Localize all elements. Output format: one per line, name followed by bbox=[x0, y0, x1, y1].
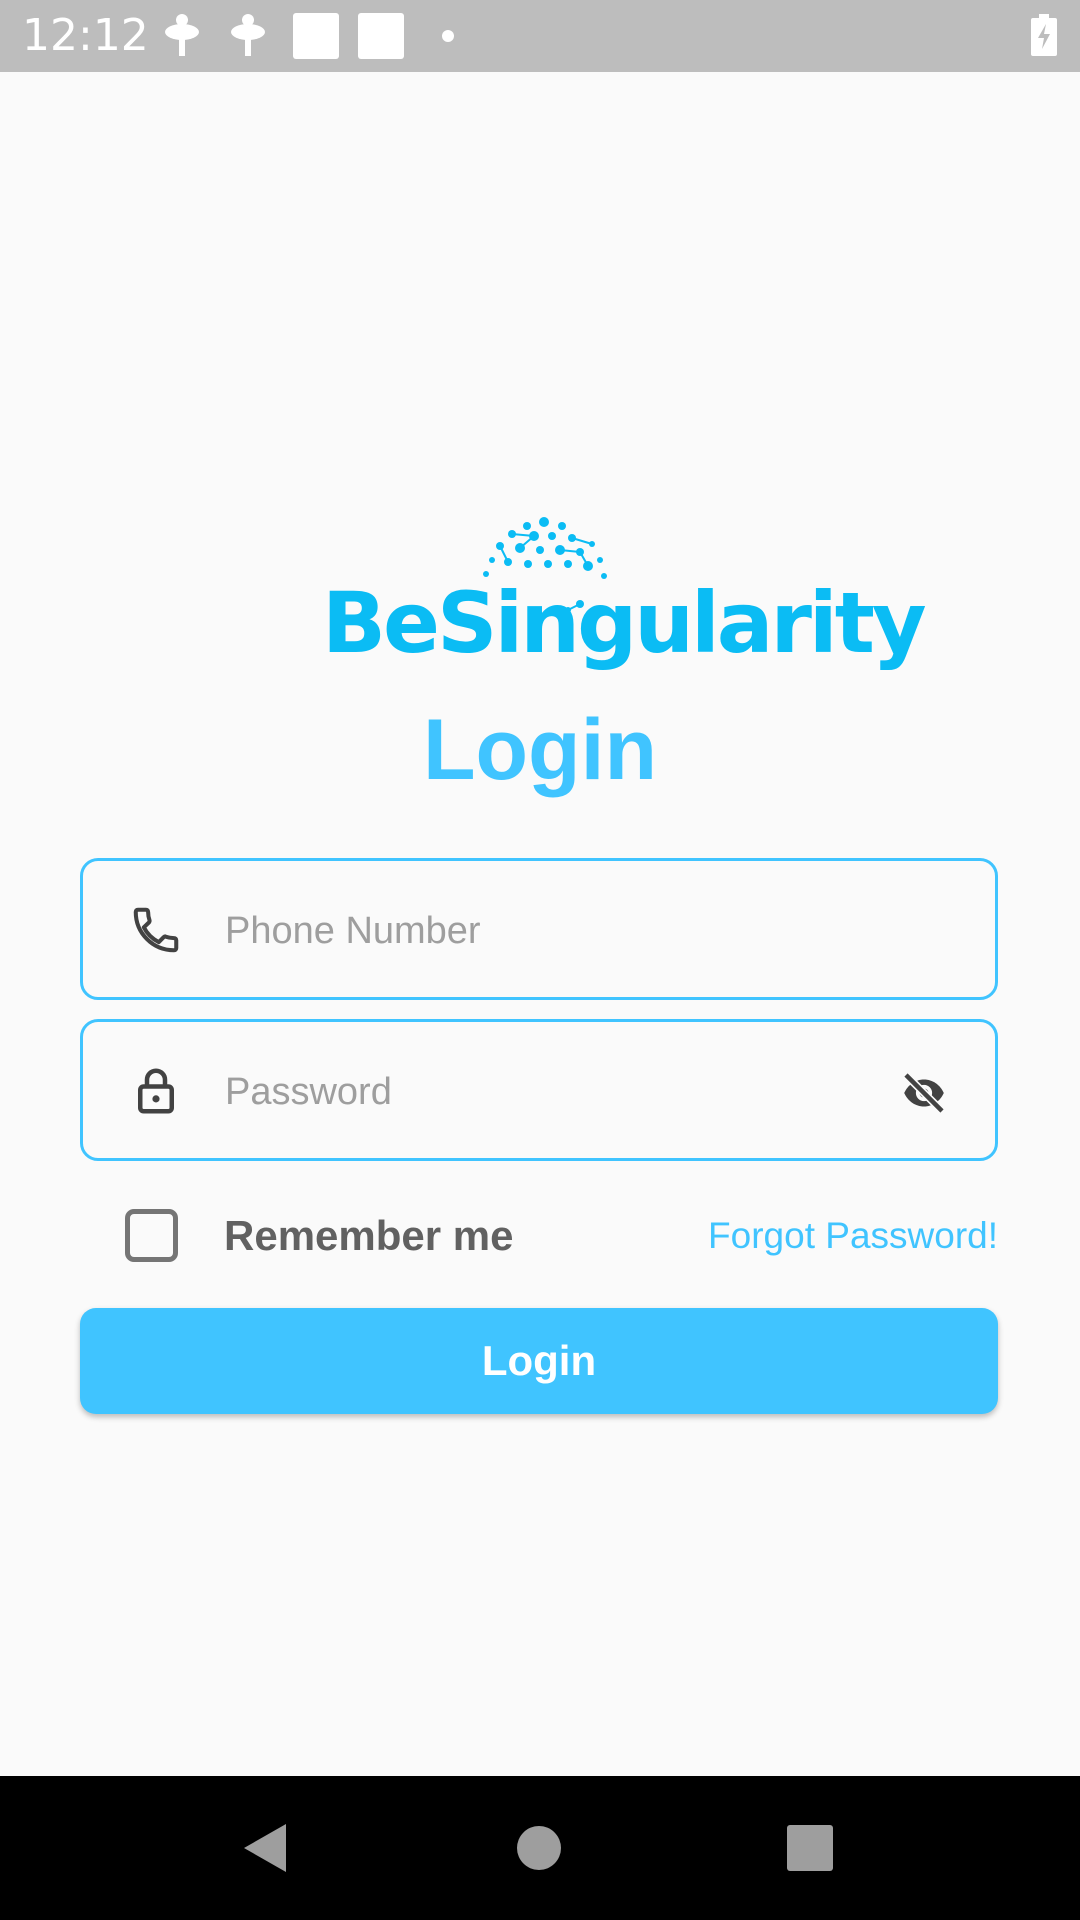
phone-icon bbox=[133, 907, 179, 953]
navigation-bar bbox=[0, 1776, 1080, 1920]
forgot-password-link[interactable]: Forgot Password! bbox=[708, 1214, 998, 1258]
lock-icon bbox=[138, 1068, 174, 1114]
app-notification-icon bbox=[293, 13, 339, 59]
recents-icon[interactable] bbox=[740, 1776, 880, 1920]
more-notifications-dot bbox=[442, 30, 454, 42]
battery-charging-icon bbox=[1031, 14, 1057, 56]
password-field[interactable] bbox=[80, 1019, 998, 1161]
page-title: Login bbox=[422, 702, 658, 798]
home-icon[interactable] bbox=[469, 1776, 609, 1920]
status-time: 12:12 bbox=[22, 10, 149, 61]
phone-input[interactable] bbox=[223, 891, 823, 971]
status-bar: 12:12 bbox=[0, 0, 1080, 72]
app-notification-icon bbox=[358, 13, 404, 59]
phone-field[interactable] bbox=[80, 858, 998, 1000]
password-input[interactable] bbox=[223, 1052, 823, 1132]
app-logo: BeSingularity bbox=[322, 516, 927, 676]
notification-icon bbox=[165, 14, 199, 56]
remember-label[interactable]: Remember me bbox=[224, 1212, 513, 1260]
notification-icon bbox=[231, 14, 265, 56]
remember-row: Remember me Forgot Password! bbox=[0, 1200, 1080, 1270]
back-icon[interactable] bbox=[196, 1776, 336, 1920]
visibility-off-icon[interactable] bbox=[897, 1066, 951, 1120]
remember-checkbox[interactable] bbox=[125, 1209, 178, 1262]
logo-wordmark: BeSingularity bbox=[322, 574, 927, 672]
login-button[interactable]: Login bbox=[80, 1308, 998, 1414]
